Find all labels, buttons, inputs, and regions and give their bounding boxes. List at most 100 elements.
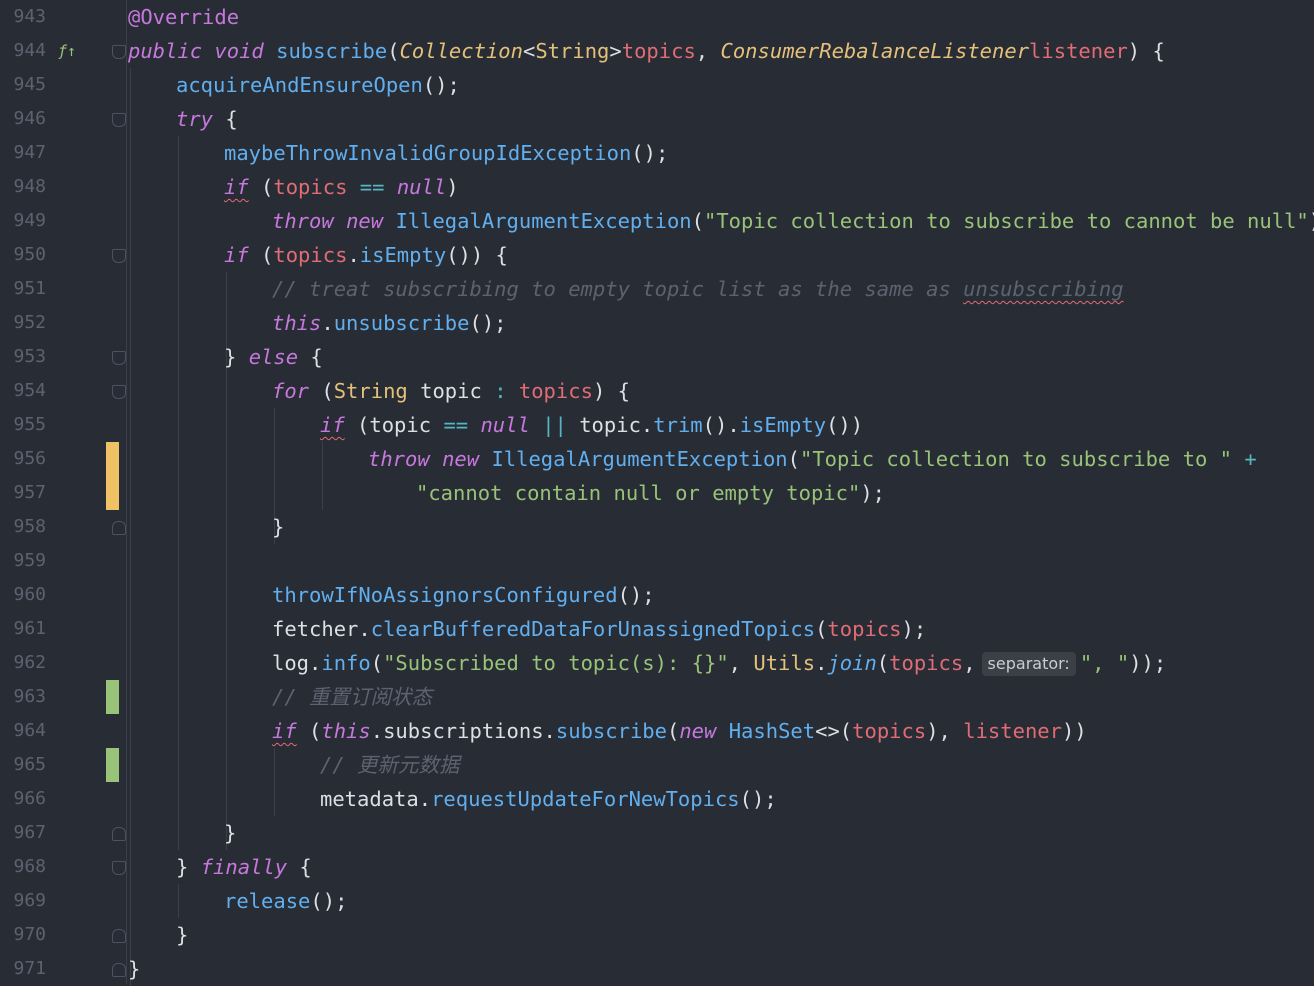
code-token: topics xyxy=(621,39,696,63)
code-line[interactable]: 958} xyxy=(0,510,1314,544)
code-token: (). xyxy=(702,413,740,437)
code-line[interactable]: 968} finally { xyxy=(0,850,1314,884)
line-number: 951 xyxy=(13,278,46,299)
code-line[interactable]: 948 if (topics == null) xyxy=(0,170,1314,204)
line-number: 952 xyxy=(13,312,46,333)
code-line[interactable]: 963 // 重置订阅状态 xyxy=(0,680,1314,714)
code-line[interactable]: 943 @Override xyxy=(0,0,1314,34)
line-number: 967 xyxy=(13,822,46,843)
code-line[interactable]: 953} else { xyxy=(0,340,1314,374)
override-method-icon[interactable]: ƒ↑ xyxy=(58,42,76,60)
code-token: info xyxy=(321,651,371,675)
code-line[interactable]: 951 // treat subscribing to empty topic l… xyxy=(0,272,1314,306)
code-token: topics xyxy=(827,617,902,641)
code-text: maybeThrowInvalidGroupIdException(); xyxy=(224,136,668,170)
code-line[interactable]: 971} xyxy=(0,952,1314,986)
code-text: public void subscribe(Collection<String>… xyxy=(128,34,1165,68)
code-line[interactable]: 970} xyxy=(0,918,1314,952)
code-line[interactable]: 956 throw new IllegalArgumentException("T… xyxy=(0,442,1314,476)
vcs-modified-marker[interactable] xyxy=(106,442,119,476)
code-token: ), xyxy=(926,719,964,743)
code-token: try xyxy=(176,107,214,131)
vcs-added-marker[interactable] xyxy=(106,680,119,714)
code-token: ( xyxy=(787,447,800,471)
code-token: String xyxy=(535,39,610,63)
code-line[interactable]: 944 ƒ↑ public void subscribe(Collection<St… xyxy=(0,34,1314,68)
code-token: .subscriptions. xyxy=(370,719,556,743)
code-line[interactable]: 964 if (this.subscriptions.subscribe(new … xyxy=(0,714,1314,748)
vcs-modified-marker[interactable] xyxy=(106,476,119,510)
code-text: throw new IllegalArgumentException("Topi… xyxy=(368,442,1257,476)
code-line[interactable]: 960 throwIfNoAssignorsConfigured(); xyxy=(0,578,1314,612)
code-line[interactable]: 955 if (topic == null || topic.trim().isE… xyxy=(0,408,1314,442)
code-token: isEmpty xyxy=(739,413,827,437)
code-token: @Override xyxy=(128,5,240,29)
vcs-added-marker[interactable] xyxy=(106,748,119,782)
code-token: ", " xyxy=(1079,651,1130,675)
code-line[interactable]: 969 release(); xyxy=(0,884,1314,918)
code-token: join xyxy=(827,651,877,675)
code-token: (topic xyxy=(344,413,444,437)
code-token: "cannot contain null or empty topic" xyxy=(416,481,861,505)
code-text: // 重置订阅状态 xyxy=(272,680,432,714)
line-number: 959 xyxy=(13,550,46,571)
code-token: listener xyxy=(1029,39,1128,63)
code-line[interactable]: 967} xyxy=(0,816,1314,850)
code-line[interactable]: 957 "cannot contain null or empty topic")… xyxy=(0,476,1314,510)
code-token: null xyxy=(480,413,530,437)
line-number: 949 xyxy=(13,210,46,231)
code-line[interactable]: 952 this.unsubscribe(); xyxy=(0,306,1314,340)
code-text: fetcher.clearBufferedDataForUnassignedTo… xyxy=(272,612,926,646)
code-line[interactable]: 962 log.info("Subscribed to topic(s): {}"… xyxy=(0,646,1314,680)
fold-end-icon[interactable] xyxy=(112,963,126,977)
code-text: } xyxy=(128,952,140,986)
line-number: 969 xyxy=(13,890,46,911)
code-token: // 更新元数据 xyxy=(320,753,460,777)
code-line[interactable]: 950 if (topics.isEmpty()) { xyxy=(0,238,1314,272)
fold-end-icon[interactable] xyxy=(112,521,126,535)
code-token: , xyxy=(728,651,754,675)
line-number: 958 xyxy=(13,516,46,537)
fold-start-icon[interactable] xyxy=(112,351,126,365)
fold-start-icon[interactable] xyxy=(112,861,126,875)
code-token: void xyxy=(214,39,264,63)
code-token: IllegalArgumentException xyxy=(395,209,692,233)
code-text: throwIfNoAssignorsConfigured(); xyxy=(272,578,655,612)
fold-start-icon[interactable] xyxy=(112,113,126,127)
code-line[interactable]: 961 fetcher.clearBufferedDataForUnassigne… xyxy=(0,612,1314,646)
code-text: release(); xyxy=(224,884,347,918)
fold-end-icon[interactable] xyxy=(112,827,126,841)
code-line[interactable]: 949 throw new IllegalArgumentException("T… xyxy=(0,204,1314,238)
code-line[interactable]: 947 maybeThrowInvalidGroupIdException(); xyxy=(0,136,1314,170)
fold-start-icon[interactable] xyxy=(112,249,126,263)
code-token: ) { xyxy=(1127,39,1165,63)
code-line[interactable]: 945 acquireAndEnsureOpen(); xyxy=(0,68,1314,102)
code-token: ( xyxy=(387,39,400,63)
code-token: ( xyxy=(248,175,274,199)
fold-start-icon[interactable] xyxy=(112,45,126,59)
code-token: finally xyxy=(200,855,288,879)
fold-start-icon[interactable] xyxy=(112,385,126,399)
code-token: if xyxy=(224,175,249,199)
line-number: 960 xyxy=(13,584,46,605)
code-editor[interactable]: 943 @Override 944 ƒ↑ public void subscribe(C… xyxy=(0,0,1314,986)
code-text: try { xyxy=(176,102,238,136)
code-token: ); xyxy=(1309,209,1314,233)
code-line[interactable]: 954 for (String topic : topics) { xyxy=(0,374,1314,408)
code-token: } xyxy=(176,923,189,947)
line-number: 954 xyxy=(13,380,46,401)
code-token: if xyxy=(272,719,297,743)
code-token: ( xyxy=(666,719,680,743)
code-token: topics xyxy=(852,719,927,743)
code-line[interactable]: 959 xyxy=(0,544,1314,578)
code-line[interactable]: 946 try { xyxy=(0,102,1314,136)
line-number: 961 xyxy=(13,618,46,639)
code-token: } xyxy=(128,957,141,981)
fold-end-icon[interactable] xyxy=(112,929,126,943)
code-line[interactable]: 965 // 更新元数据 xyxy=(0,748,1314,782)
code-token: )); xyxy=(1129,651,1167,675)
code-line[interactable]: 966 metadata.requestUpdateForNewTopics(); xyxy=(0,782,1314,816)
